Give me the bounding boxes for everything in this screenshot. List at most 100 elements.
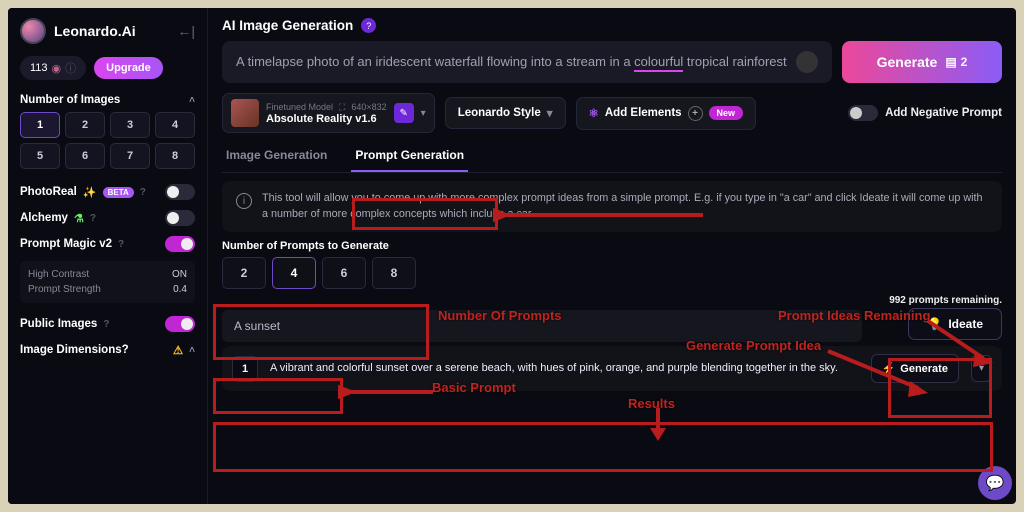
setting-value: 0.4	[173, 284, 187, 295]
num-images-option[interactable]: 3	[110, 112, 150, 138]
model-thumb	[231, 99, 259, 127]
prompt-strength-row[interactable]: Prompt Strength 0.4	[28, 282, 187, 297]
add-elements-label: Add Elements	[605, 107, 682, 119]
num-images-option[interactable]: 5	[20, 143, 60, 169]
prompt-magic-toggle-row: Prompt Magic v2 ?	[20, 231, 195, 257]
image-icon: ▤	[945, 55, 956, 69]
setting-value: ON	[172, 269, 187, 280]
info-text: This tool will allow you to come up with…	[262, 191, 988, 222]
generate-button[interactable]: Generate ▤ 2	[842, 41, 1002, 83]
help-icon[interactable]: ?	[118, 239, 124, 250]
prompt-magic-settings: High Contrast ON Prompt Strength 0.4	[20, 261, 195, 303]
brand-logo	[20, 18, 46, 44]
prompt-text: A timelapse photo of an iridescent water…	[236, 53, 788, 71]
result-index: 1	[232, 356, 258, 382]
setting-label: High Contrast	[28, 269, 89, 280]
section-header[interactable]: Number of Images ˄	[20, 94, 195, 106]
model-name: Absolute Reality v1.6	[266, 113, 387, 125]
setting-label: Prompt Strength	[28, 284, 101, 295]
prompts-remaining: 992 prompts remaining.	[889, 295, 1002, 306]
sparkle-icon: ✨	[83, 186, 97, 199]
prompt-magic-toggle[interactable]	[165, 236, 195, 252]
remaining-row: 992 prompts remaining.	[222, 295, 1002, 306]
avatar	[796, 51, 818, 73]
help-icon[interactable]: ?	[361, 18, 376, 33]
model-selector[interactable]: Finetuned Model ⛶640×832 Absolute Realit…	[222, 93, 435, 133]
alchemy-toggle-row: Alchemy ⚗ ?	[20, 205, 195, 231]
warning-icon: ⚠	[173, 343, 183, 357]
num-prompts-option[interactable]: 6	[322, 257, 366, 289]
page-title: AI Image Generation	[222, 18, 353, 33]
result-row: 1 A vibrant and colorful sunset over a s…	[222, 346, 1002, 391]
result-text: A vibrant and colorful sunset over a ser…	[270, 361, 859, 376]
generate-label: Generate	[877, 54, 938, 70]
section-title: Number of Images	[20, 94, 120, 106]
chat-fab[interactable]: 💬	[978, 466, 1012, 500]
chevron-down-icon: ▾	[421, 108, 426, 119]
upgrade-button[interactable]: Upgrade	[94, 57, 163, 79]
help-icon[interactable]: ?	[90, 213, 96, 224]
main-panel: AI Image Generation ? A timelapse photo …	[208, 8, 1016, 504]
tab-prompt-generation[interactable]: Prompt Generation	[351, 141, 468, 172]
collapse-sidebar-icon[interactable]: ←|	[177, 23, 195, 39]
num-prompts-option[interactable]: 4	[272, 257, 316, 289]
public-images-toggle[interactable]	[165, 316, 195, 332]
num-prompts-option[interactable]: 8	[372, 257, 416, 289]
result-generate-label: Generate	[900, 363, 948, 375]
negative-prompt-row: Add Negative Prompt	[848, 105, 1002, 121]
image-dimensions-header[interactable]: Image Dimensions ? ⚠ ˄	[20, 343, 195, 357]
result-generate-button[interactable]: ⚡ Generate	[871, 354, 959, 383]
options-row: Finetuned Model ⛶640×832 Absolute Realit…	[222, 93, 1002, 133]
brand-row: Leonardo.Ai ←|	[20, 18, 195, 44]
photoreal-toggle-row: PhotoReal ✨ BETA ?	[20, 179, 195, 205]
photoreal-toggle[interactable]	[165, 184, 195, 200]
prompt-row: A timelapse photo of an iridescent water…	[222, 41, 1002, 83]
lightbulb-icon: 💡	[927, 317, 942, 331]
section-title: Image Dimensions	[20, 344, 122, 356]
token-balance[interactable]: 113 ◉ ⓘ	[20, 56, 86, 80]
beta-badge: BETA	[103, 187, 134, 198]
annotation-label: Results	[628, 396, 675, 411]
num-images-option[interactable]: 8	[155, 143, 195, 169]
num-images-option[interactable]: 6	[65, 143, 105, 169]
ideate-button[interactable]: 💡 Ideate	[908, 308, 1002, 340]
app-root: Leonardo.Ai ←| 113 ◉ ⓘ Upgrade Number of…	[8, 8, 1016, 504]
toggle-label: Alchemy	[20, 212, 68, 224]
add-elements-button[interactable]: ⚛ Add Elements + New	[576, 97, 757, 130]
ideate-label: Ideate	[948, 317, 983, 331]
alchemy-toggle[interactable]	[165, 210, 195, 226]
num-prompts-section: Number of Prompts to Generate 2 4 6 8	[222, 240, 1002, 289]
num-prompts-label: Number of Prompts to Generate	[222, 240, 1002, 252]
brand-name: Leonardo.Ai	[54, 23, 136, 39]
num-prompts-grid: 2 4 6 8	[222, 257, 1002, 289]
help-icon[interactable]: ?	[103, 319, 109, 330]
token-row: 113 ◉ ⓘ Upgrade	[20, 56, 195, 80]
result-dropdown[interactable]: ▾	[971, 355, 992, 382]
prompt-input[interactable]: A timelapse photo of an iridescent water…	[222, 41, 832, 83]
chevron-up-icon: ˄	[189, 345, 195, 356]
chevron-up-icon: ˄	[189, 95, 195, 106]
toggle-label: Prompt Magic v2	[20, 238, 112, 250]
num-images-option[interactable]: 1	[20, 112, 60, 138]
num-images-option[interactable]: 7	[110, 143, 150, 169]
tab-image-generation[interactable]: Image Generation	[222, 141, 331, 172]
num-prompts-option[interactable]: 2	[222, 257, 266, 289]
num-images-grid: 1 2 3 4 5 6 7 8	[20, 112, 195, 169]
token-count: 113	[30, 62, 48, 74]
info-icon: ⓘ	[65, 60, 76, 76]
style-selector[interactable]: Leonardo Style ▾	[445, 97, 566, 129]
coin-icon: ◉	[52, 62, 62, 75]
number-of-images-section: Number of Images ˄ 1 2 3 4 5 6 7 8	[20, 94, 195, 169]
negative-prompt-toggle[interactable]	[848, 105, 878, 121]
plus-icon: +	[688, 106, 703, 121]
new-badge: New	[709, 106, 744, 120]
help-icon[interactable]: ?	[140, 187, 146, 198]
high-contrast-row[interactable]: High Contrast ON	[28, 267, 187, 282]
num-images-option[interactable]: 4	[155, 112, 195, 138]
settings-icon: ✎	[394, 103, 414, 123]
annotation-box	[213, 422, 993, 472]
style-label: Leonardo Style	[458, 107, 541, 119]
num-images-option[interactable]: 2	[65, 112, 105, 138]
toggle-label: PhotoReal	[20, 186, 77, 198]
sidebar: Leonardo.Ai ←| 113 ◉ ⓘ Upgrade Number of…	[8, 8, 208, 504]
